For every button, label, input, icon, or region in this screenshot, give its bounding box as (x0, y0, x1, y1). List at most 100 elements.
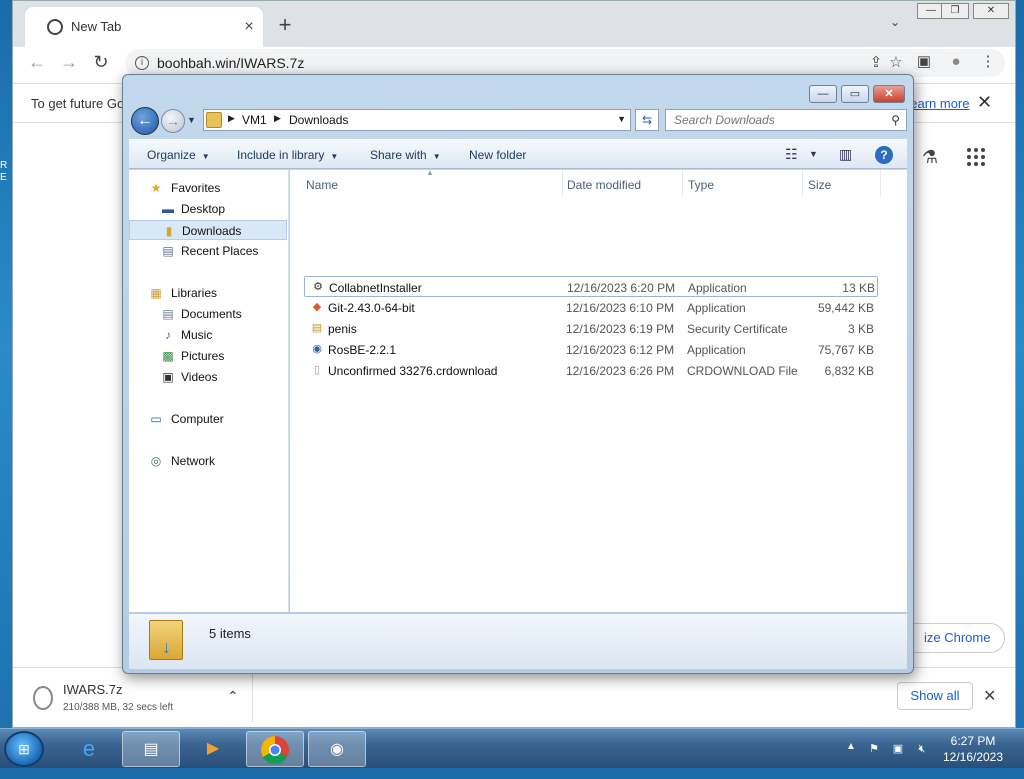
search-box[interactable]: ⚲ (665, 109, 907, 131)
pictures-icon: ▩ (162, 349, 174, 363)
computer-icon: ▭ (150, 412, 162, 426)
chevron-up-icon[interactable]: ⌃ (227, 688, 239, 705)
file-row[interactable]: ◆ Git-2.43.0-64-bit 12/16/2023 6:10 PM A… (304, 297, 878, 318)
nav-computer[interactable]: ▭ Computer (129, 409, 287, 429)
clock-date: 12/16/2023 (942, 750, 1004, 764)
column-divider[interactable] (880, 170, 881, 196)
file-date: 12/16/2023 6:19 PM (566, 322, 675, 336)
clock[interactable]: 6:27 PM 12/16/2023 (934, 733, 1012, 765)
breadcrumb-chevron-icon[interactable]: ▶ (274, 113, 281, 124)
column-divider[interactable] (562, 170, 563, 196)
nav-downloads[interactable]: ▮ Downloads (129, 220, 287, 240)
column-divider[interactable] (802, 170, 803, 196)
profile-avatar-icon[interactable]: ● (947, 53, 965, 71)
nav-libraries[interactable]: ▦ Libraries (129, 283, 287, 303)
volume-muted-icon[interactable]: 🔇︎ (914, 741, 930, 757)
share-icon[interactable]: ⇪ (867, 54, 885, 72)
nav-label: Libraries (171, 286, 218, 300)
back-arrow-icon[interactable]: ← (131, 107, 159, 135)
tab-search-button[interactable]: ⌄ (885, 15, 905, 35)
search-icon[interactable]: ⚲ (891, 113, 900, 127)
breadcrumb[interactable]: ▶ VM1 ▶ Downloads ▼ (203, 109, 631, 131)
recent-pages-chevron-icon[interactable]: ▼ (187, 115, 196, 125)
nav-desktop[interactable]: ▬ Desktop (129, 199, 287, 219)
tab-close-button[interactable]: × (239, 17, 259, 37)
organize-button[interactable]: Organize ▼ (147, 148, 210, 162)
nav-favorites[interactable]: ★ Favorites (129, 178, 287, 198)
share-with-button[interactable]: Share with ▼ (370, 148, 441, 162)
url-text[interactable]: boohbah.win/IWARS.7z (157, 55, 304, 71)
breadcrumb-item-vm1[interactable]: VM1 (242, 113, 267, 127)
reload-button[interactable]: ↻ (89, 51, 113, 73)
include-in-library-button[interactable]: Include in library ▼ (237, 148, 338, 162)
new-folder-button[interactable]: New folder (469, 148, 526, 162)
restore-button[interactable]: ❐ (941, 3, 969, 19)
nav-pictures[interactable]: ▩ Pictures (129, 346, 287, 366)
command-bar: Organize ▼ Include in library ▼ Share with… (129, 139, 907, 169)
preview-pane-icon[interactable]: ▥ (839, 146, 852, 163)
action-center-flag-icon[interactable]: ⚑ (866, 741, 882, 757)
chevron-down-icon[interactable]: ▼ (809, 149, 818, 159)
bookmark-star-icon[interactable]: ☆ (887, 54, 905, 72)
tab-new-tab[interactable]: New Tab × (25, 7, 263, 47)
organize-label: Organize (147, 148, 196, 162)
column-header-size[interactable]: Size (808, 178, 831, 192)
search-input[interactable] (672, 112, 872, 128)
file-size: 59,442 KB (817, 301, 874, 315)
chrome-icon[interactable] (246, 731, 304, 767)
view-options-icon[interactable]: ☷ (785, 146, 798, 163)
forward-arrow-icon[interactable]: → (161, 109, 185, 133)
nav-recent-places[interactable]: ▤ Recent Places (129, 241, 287, 261)
nav-label: Computer (171, 412, 224, 426)
shelf-close-icon[interactable]: ✕ (983, 686, 996, 706)
explorer-minimize-button[interactable]: — (809, 85, 837, 103)
explorer-maximize-button[interactable]: ▭ (841, 85, 869, 103)
explorer-window: — ▭ ✕ ← → ▼ ▶ VM1 ▶ Downloads ▼ ⇆ ⚲ Orga… (122, 74, 914, 674)
show-hidden-icons-icon[interactable]: ▲ (846, 741, 856, 752)
file-row[interactable]: ◉ RosBE-2.2.1 12/16/2023 6:12 PM Applica… (304, 339, 878, 360)
internet-explorer-icon[interactable]: e (60, 731, 118, 767)
nav-videos[interactable]: ▣ Videos (129, 367, 287, 387)
taskbar: ⊞ e ▤ ▶ ◉ ▲ ⚑ ▣ 🔇︎ 6:27 PM 12/16/2023 (0, 728, 1024, 768)
file-name: Unconfirmed 33276.crdownload (328, 364, 498, 378)
start-button[interactable]: ⊞ (4, 731, 44, 767)
column-divider[interactable] (682, 170, 683, 196)
nav-music[interactable]: ♪ Music (129, 325, 287, 345)
file-explorer-icon[interactable]: ▤ (122, 731, 180, 767)
apps-grid-icon[interactable] (965, 147, 987, 169)
info-icon[interactable]: i (135, 56, 149, 70)
infobar-close-icon[interactable]: ✕ (977, 92, 992, 113)
media-player-icon[interactable]: ▶ (184, 731, 242, 767)
details-pane: ↓ 5 items (129, 613, 907, 669)
close-button[interactable]: ✕ (973, 3, 1009, 19)
file-row[interactable]: ▤ penis 12/16/2023 6:19 PM Security Cert… (304, 318, 878, 339)
breadcrumb-item-downloads[interactable]: Downloads (289, 113, 348, 127)
chevron-down-icon[interactable]: ▼ (617, 114, 626, 124)
download-item[interactable]: IWARS.7z 210/388 MB, 32 secs left ⌃ (21, 672, 253, 722)
labs-flask-icon[interactable]: ⚗ (919, 147, 941, 169)
forward-button[interactable]: → (57, 51, 81, 73)
file-type: CRDOWNLOAD File (687, 364, 798, 378)
nav-documents[interactable]: ▤ Documents (129, 304, 287, 324)
column-header-name[interactable]: Name (306, 178, 338, 192)
explorer-close-button[interactable]: ✕ (873, 85, 905, 103)
refresh-icon[interactable]: ⇆ (635, 109, 659, 131)
column-header-type[interactable]: Type (688, 178, 714, 192)
file-row[interactable]: ⚙ CollabnetInstaller 12/16/2023 6:20 PM … (304, 276, 878, 297)
nav-label: Recent Places (181, 244, 259, 258)
chrome-menu-icon[interactable]: ⋮ (979, 53, 997, 71)
file-row[interactable]: ▯ Unconfirmed 33276.crdownload 12/16/202… (304, 360, 878, 381)
show-all-button[interactable]: Show all (897, 682, 973, 710)
breadcrumb-chevron-icon[interactable]: ▶ (228, 113, 235, 124)
help-icon[interactable]: ? (875, 146, 893, 164)
side-panel-icon[interactable]: ▣ (915, 53, 933, 71)
chrome-icon (47, 19, 63, 35)
nav-network[interactable]: ◎ Network (129, 451, 287, 471)
network-tray-icon[interactable]: ▣ (890, 741, 906, 757)
address-bar[interactable]: i boohbah.win/IWARS.7z ⇪ ☆ (125, 49, 1005, 77)
downloads-folder-icon: ▮ (165, 224, 173, 238)
installer-app-icon[interactable]: ◉ (308, 731, 366, 767)
column-header-date-modified[interactable]: Date modified (567, 178, 641, 192)
back-button[interactable]: ← (25, 51, 49, 73)
new-tab-button[interactable]: + (273, 13, 297, 37)
